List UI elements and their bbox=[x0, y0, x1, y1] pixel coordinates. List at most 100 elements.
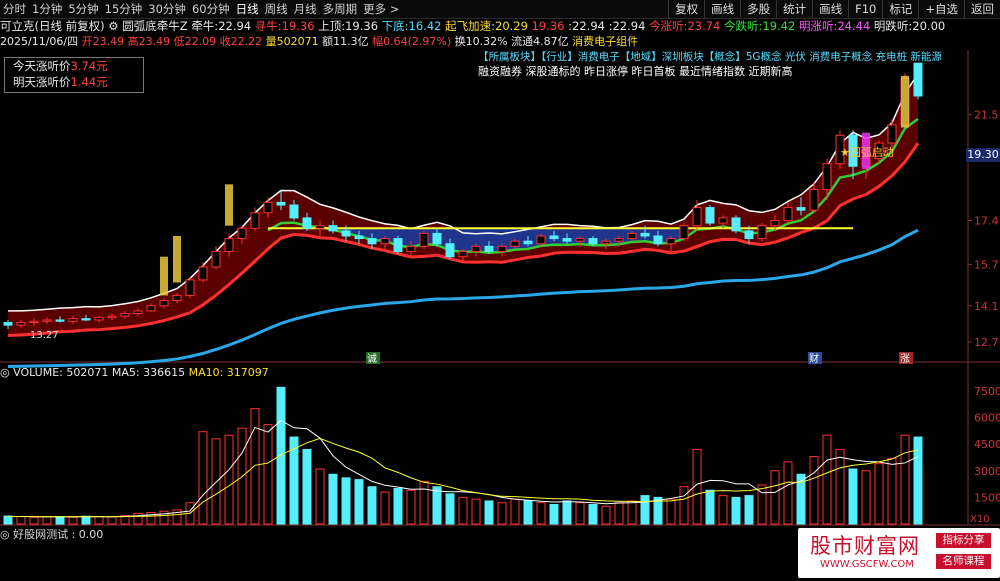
candle-body bbox=[81, 318, 91, 321]
candle-body bbox=[731, 217, 741, 232]
candle-body bbox=[718, 217, 728, 224]
candle-body bbox=[445, 243, 455, 258]
candle-body bbox=[757, 225, 767, 240]
y-tick-main: 21.5 bbox=[974, 109, 999, 122]
volume-bar bbox=[354, 479, 364, 525]
candle-body bbox=[133, 310, 143, 314]
candle-body bbox=[679, 225, 689, 240]
y-tick-vol-unit: X10 bbox=[970, 514, 990, 525]
candle-body bbox=[471, 245, 481, 252]
volume-bar bbox=[497, 502, 507, 525]
boost-bar bbox=[901, 75, 909, 128]
volume-bar bbox=[3, 515, 13, 525]
candle-body bbox=[510, 240, 520, 247]
candle-body bbox=[198, 266, 208, 281]
candle-body bbox=[653, 235, 663, 245]
candle-body bbox=[497, 245, 507, 252]
volume-bar bbox=[16, 516, 26, 525]
kline-chart[interactable]: 21.5 17.4 15.7 14.1 12.7 13.27 ★圆弧启动诚 财 涨 7500 600… bbox=[0, 0, 1000, 581]
volume-bar bbox=[198, 431, 208, 525]
volume-bar bbox=[705, 489, 715, 525]
boost-bar bbox=[173, 236, 181, 283]
volume-bar bbox=[406, 489, 416, 525]
volume-bar bbox=[848, 468, 858, 525]
y-tick-vol: 7500 bbox=[974, 385, 1000, 398]
y-tick-main: 17.4 bbox=[974, 215, 999, 228]
candle-body bbox=[341, 230, 351, 237]
candle-body bbox=[302, 217, 312, 229]
volume-bar bbox=[341, 477, 351, 525]
volume-bar bbox=[523, 500, 533, 525]
volume-bar bbox=[250, 408, 260, 525]
boost-bar bbox=[160, 256, 168, 296]
volume-bar bbox=[263, 424, 273, 525]
y-tick-vol: 3000 bbox=[974, 465, 1000, 478]
volume-bar bbox=[874, 463, 884, 525]
candle-body bbox=[458, 251, 468, 258]
candle-body bbox=[380, 238, 390, 245]
volume-bar bbox=[770, 470, 780, 525]
candle-body bbox=[640, 232, 650, 237]
volume-bar bbox=[133, 512, 143, 525]
volume-bar bbox=[627, 500, 637, 525]
candle-body bbox=[289, 204, 299, 219]
low-price-label: 13.27 bbox=[30, 330, 59, 341]
candle-body bbox=[484, 245, 494, 252]
volume-bar bbox=[81, 515, 91, 525]
volume-bar bbox=[432, 486, 442, 525]
watermark-url: WWW.GSCFW.COM bbox=[820, 559, 914, 570]
volume-bar bbox=[783, 461, 793, 525]
candle-body bbox=[250, 212, 260, 229]
candle-body bbox=[523, 240, 533, 245]
candle-body bbox=[263, 201, 273, 214]
watermark-badge-course: 名师课程 bbox=[936, 554, 991, 569]
candle-body bbox=[809, 189, 819, 211]
volume-value: VOLUME: 502071 bbox=[13, 366, 109, 379]
y-tick-main: 15.7 bbox=[974, 258, 999, 271]
candle-body bbox=[224, 238, 234, 252]
candle-body bbox=[55, 319, 65, 322]
volume-icon[interactable]: ◎ bbox=[0, 366, 10, 379]
candle-body bbox=[146, 305, 156, 312]
volume-bar bbox=[484, 500, 494, 525]
volume-bar bbox=[29, 516, 39, 525]
candle-body bbox=[315, 225, 325, 229]
indicator2-info-line: ◎ 好股网测试 : 0.00 bbox=[0, 528, 103, 542]
volume-bar bbox=[55, 516, 65, 525]
candle-body bbox=[68, 318, 78, 322]
candle-body bbox=[432, 232, 442, 245]
candle-body bbox=[614, 238, 624, 242]
volume-bar bbox=[471, 498, 481, 525]
event-marker-0: 诚 bbox=[367, 353, 377, 365]
volume-ma5: MA5: 336615 bbox=[111, 366, 186, 379]
indicator2-icon[interactable]: ◎ bbox=[0, 528, 10, 541]
volume-bar bbox=[809, 456, 819, 525]
y-tick-main: 14.1 bbox=[974, 300, 999, 313]
volume-bar bbox=[536, 502, 546, 525]
volume-bar bbox=[562, 500, 572, 525]
candle-body bbox=[575, 238, 585, 242]
y-tick-vol: 6000 bbox=[974, 412, 1000, 425]
boost-bar bbox=[225, 184, 233, 226]
candle-body bbox=[276, 201, 286, 206]
volume-bar bbox=[211, 438, 221, 525]
volume-bar bbox=[588, 503, 598, 525]
volume-bar bbox=[94, 516, 104, 525]
volume-bar bbox=[42, 516, 52, 525]
volume-bar bbox=[666, 498, 676, 525]
volume-ma10: MA10: 317097 bbox=[188, 366, 269, 379]
volume-bar bbox=[315, 468, 325, 525]
watermark-badge-indicator: 指标分享 bbox=[936, 533, 991, 548]
candle-body bbox=[172, 294, 182, 302]
event-marker-2: 涨 bbox=[900, 353, 910, 365]
candle-body bbox=[549, 235, 559, 240]
volume-bar bbox=[822, 434, 832, 525]
volume-info-line: ◎ VOLUME: 502071 MA5: 336615 MA10: 31709… bbox=[0, 366, 269, 380]
candle-body bbox=[783, 207, 793, 221]
volume-bar bbox=[458, 496, 468, 525]
candle-body bbox=[588, 238, 598, 245]
candle-body bbox=[29, 320, 39, 324]
y-tick-vol: 1500 bbox=[974, 491, 1000, 504]
candle-body bbox=[211, 251, 221, 268]
volume-bar bbox=[679, 486, 689, 525]
